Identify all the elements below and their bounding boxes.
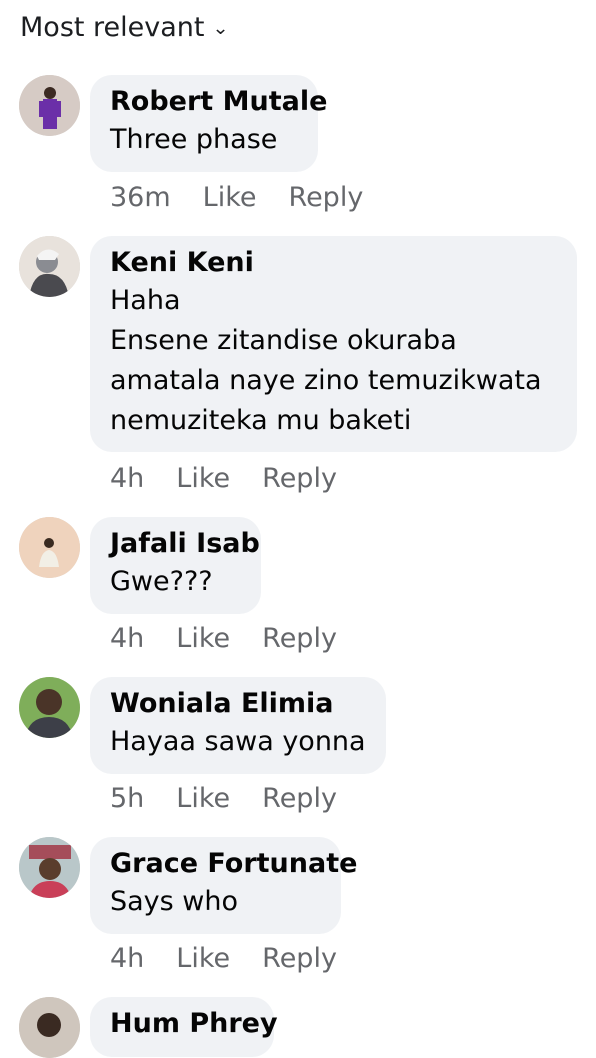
avatar-image xyxy=(19,236,80,297)
comment-author[interactable]: Keni Keni xyxy=(110,245,557,281)
sort-label: Most relevant xyxy=(20,12,205,43)
comment-actions: 4h Like Reply xyxy=(110,623,337,654)
like-button[interactable]: Like xyxy=(176,943,230,974)
avatar[interactable] xyxy=(19,236,80,297)
comment-time[interactable]: 4h xyxy=(110,943,144,974)
comment-bubble: Keni Keni Haha Ensene zitandise okuraba … xyxy=(90,236,577,452)
sort-comments-dropdown[interactable]: Most relevant ⌄ xyxy=(20,12,228,43)
reply-button[interactable]: Reply xyxy=(262,463,337,494)
comment-bubble: Woniala Elimia Hayaa sawa yonna xyxy=(90,677,386,774)
comment-author[interactable]: Jafali Isab xyxy=(110,526,260,562)
comment-time[interactable]: 4h xyxy=(110,623,144,654)
reply-button[interactable]: Reply xyxy=(262,943,337,974)
avatar[interactable] xyxy=(19,837,80,898)
comment-text-line: Hayaa sawa yonna xyxy=(110,726,366,757)
avatar-image xyxy=(19,75,80,136)
comment-actions: 36m Like Reply xyxy=(110,182,363,213)
avatar[interactable] xyxy=(19,677,80,738)
like-button[interactable]: Like xyxy=(176,623,230,654)
comment-bubble: Jafali Isab Gwe??? xyxy=(90,517,261,614)
comment-time[interactable]: 4h xyxy=(110,463,144,494)
comment-author[interactable]: Hum Phrey xyxy=(110,1006,278,1042)
like-button[interactable]: Like xyxy=(176,783,230,814)
comment-actions: 4h Like Reply xyxy=(110,463,337,494)
comment-text-line: Three phase xyxy=(110,124,278,155)
comment-bubble: Grace Fortunate Says who xyxy=(90,837,357,934)
avatar[interactable] xyxy=(19,997,80,1058)
reply-button[interactable]: Reply xyxy=(262,623,337,654)
comment-bubble: Hum Phrey xyxy=(90,997,278,1057)
comment-text-line: Haha xyxy=(110,285,181,316)
avatar-image xyxy=(19,997,80,1058)
comment-text-line: nemuziteka mu baketi xyxy=(110,405,412,436)
like-button[interactable]: Like xyxy=(203,182,257,213)
comment-text-line: amatala naye zino temuzikwata xyxy=(110,365,542,396)
comment-author[interactable]: Grace Fortunate xyxy=(110,846,357,882)
avatar-image xyxy=(19,677,80,738)
comment-text-line: Gwe??? xyxy=(110,566,213,597)
avatar-image xyxy=(19,517,80,578)
reply-button[interactable]: Reply xyxy=(289,182,364,213)
comment-actions: 5h Like Reply xyxy=(110,783,337,814)
reply-button[interactable]: Reply xyxy=(262,783,337,814)
comment-text-line: Says who xyxy=(110,886,239,917)
like-button[interactable]: Like xyxy=(176,463,230,494)
comment-author[interactable]: Robert Mutale xyxy=(110,84,327,120)
comment-time[interactable]: 36m xyxy=(110,182,171,213)
comment-author[interactable]: Woniala Elimia xyxy=(110,686,366,722)
avatar[interactable] xyxy=(19,75,80,136)
comment-text-line: Ensene zitandise okuraba xyxy=(110,325,457,356)
avatar-image xyxy=(19,837,80,898)
comment-actions: 4h Like Reply xyxy=(110,943,337,974)
chevron-down-icon: ⌄ xyxy=(211,18,229,39)
comment-time[interactable]: 5h xyxy=(110,783,144,814)
comment-bubble: Robert Mutale Three phase xyxy=(90,75,327,172)
avatar[interactable] xyxy=(19,517,80,578)
